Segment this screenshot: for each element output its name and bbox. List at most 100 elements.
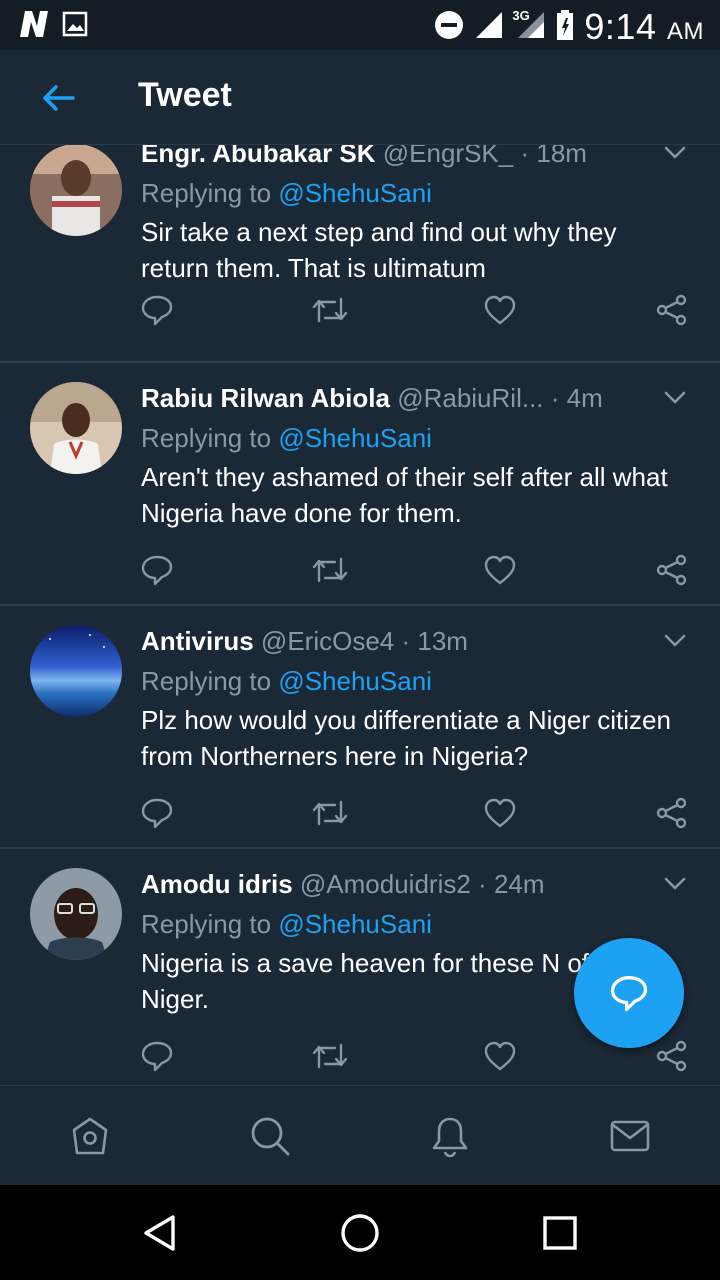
tweet-time: 18m xyxy=(536,145,587,168)
messages-icon xyxy=(610,1120,650,1152)
tweet-item[interactable]: Engr. Abubakar SK @EngrSK_ · 18m Replyin… xyxy=(0,145,720,363)
share-button[interactable] xyxy=(650,791,694,835)
tweet-menu-button[interactable] xyxy=(660,383,690,413)
avatar[interactable] xyxy=(30,145,122,236)
avatar[interactable] xyxy=(30,868,122,960)
search-icon xyxy=(251,1117,290,1156)
reply-button[interactable] xyxy=(135,548,179,592)
share-icon xyxy=(656,797,687,829)
reply-icon xyxy=(141,798,173,829)
author-handle[interactable]: @EricOse4 xyxy=(261,626,394,656)
retweet-icon xyxy=(312,800,348,826)
tweet-menu-button[interactable] xyxy=(660,869,690,899)
tweet-header: Amodu idris @Amoduidris2 · 24m xyxy=(141,867,641,901)
do-not-disturb-icon xyxy=(434,10,464,45)
network-type-label: 3G xyxy=(512,7,530,23)
tab-messages[interactable] xyxy=(604,1110,656,1162)
tweet-time: 24m xyxy=(493,869,545,899)
separator-dot: · xyxy=(401,626,411,656)
share-button[interactable] xyxy=(650,548,694,592)
reply-button[interactable] xyxy=(135,1034,179,1078)
tab-notifications[interactable] xyxy=(424,1110,476,1162)
share-icon xyxy=(656,294,687,326)
like-button[interactable] xyxy=(478,1034,522,1078)
reply-icon xyxy=(141,1041,173,1072)
compose-reply-icon xyxy=(610,976,648,1012)
retweet-icon xyxy=(312,557,348,583)
tweet-menu-button[interactable] xyxy=(660,626,690,656)
back-arrow-icon xyxy=(43,85,75,111)
separator-dot: · xyxy=(478,869,487,899)
retweet-icon xyxy=(312,1043,348,1069)
like-button[interactable] xyxy=(478,791,522,835)
status-bar: 3G 9:14 AM xyxy=(0,0,720,50)
retweet-button[interactable] xyxy=(308,288,352,332)
back-button[interactable] xyxy=(36,78,80,118)
tab-search[interactable] xyxy=(244,1110,296,1162)
app-bar: Tweet xyxy=(0,50,720,145)
notifications-icon xyxy=(432,1117,468,1158)
chevron-down-icon xyxy=(664,634,686,647)
author-name[interactable]: Antivirus xyxy=(141,626,254,656)
reply-icon xyxy=(141,555,173,586)
like-button[interactable] xyxy=(478,548,522,592)
share-icon xyxy=(656,554,687,586)
share-button[interactable] xyxy=(650,288,694,332)
mention-link[interactable]: @ShehuSani xyxy=(278,423,432,453)
separator-dot: · xyxy=(550,383,560,413)
tweet-text: Plz how would you differentiate a Niger … xyxy=(141,705,671,771)
author-handle[interactable]: @RabiuRil... xyxy=(397,383,543,413)
tweet-actions xyxy=(0,791,720,835)
tweet-menu-button[interactable] xyxy=(660,145,690,168)
reply-icon xyxy=(141,295,173,326)
replying-to-line: Replying to @ShehuSani xyxy=(141,907,432,941)
avatar[interactable] xyxy=(30,382,122,474)
replying-label: Replying to xyxy=(141,178,279,208)
tweet-time: 13m xyxy=(417,626,468,656)
clock-time: 9:14 xyxy=(584,6,657,47)
author-name[interactable]: Engr. Abubakar SK xyxy=(141,145,376,168)
like-button[interactable] xyxy=(478,288,522,332)
author-handle[interactable]: @Amoduidris2 xyxy=(300,869,471,899)
replying-label: Replying to xyxy=(141,423,279,453)
reply-button[interactable] xyxy=(135,288,179,332)
clock-ampm: AM xyxy=(667,18,704,45)
compose-reply-button[interactable] xyxy=(574,938,684,1048)
tweet-item[interactable]: Antivirus @EricOse4 · 13m Replying to @S… xyxy=(0,606,720,849)
tweet-header: Rabiu Rilwan Abiola @RabiuRil... · 4m xyxy=(141,381,641,415)
signal-3g-icon: 3G xyxy=(512,7,546,45)
signal-icon xyxy=(474,10,504,45)
tweet-actions xyxy=(0,288,720,332)
author-handle[interactable]: @EngrSK_ xyxy=(383,145,513,168)
author-name[interactable]: Rabiu Rilwan Abiola xyxy=(141,383,390,413)
retweet-button[interactable] xyxy=(308,548,352,592)
tweet-header: Antivirus @EricOse4 · 13m xyxy=(141,624,641,658)
system-home-button[interactable] xyxy=(336,1209,384,1257)
like-icon xyxy=(484,798,516,828)
mention-link[interactable]: @ShehuSani xyxy=(278,666,432,696)
share-button[interactable] xyxy=(650,1034,694,1078)
replying-to-line: Replying to @ShehuSani xyxy=(141,421,432,455)
page-title: Tweet xyxy=(138,76,232,114)
tweet-text: Aren't they ashamed of their self after … xyxy=(141,462,668,528)
system-back-button[interactable] xyxy=(136,1209,184,1257)
system-recents-button[interactable] xyxy=(536,1209,584,1257)
author-name[interactable]: Amodu idris xyxy=(141,869,293,899)
chevron-down-icon xyxy=(664,391,686,404)
back-triangle-icon xyxy=(144,1215,175,1251)
like-icon xyxy=(484,555,516,585)
mention-link[interactable]: @ShehuSani xyxy=(278,178,432,208)
tweet-item[interactable]: Rabiu Rilwan Abiola @RabiuRil... · 4m Re… xyxy=(0,363,720,606)
replying-to-line: Replying to @ShehuSani xyxy=(141,176,432,210)
mention-link[interactable]: @ShehuSani xyxy=(278,909,432,939)
system-navigation-bar xyxy=(0,1185,720,1280)
avatar[interactable] xyxy=(30,625,122,717)
home-circle-icon xyxy=(341,1214,379,1252)
retweet-button[interactable] xyxy=(308,1034,352,1078)
retweet-button[interactable] xyxy=(308,791,352,835)
gallery-icon xyxy=(62,11,88,42)
tab-home[interactable] xyxy=(64,1110,116,1162)
bottom-tab-bar xyxy=(0,1085,720,1186)
reply-button[interactable] xyxy=(135,791,179,835)
tweet-time: 4m xyxy=(566,383,603,413)
